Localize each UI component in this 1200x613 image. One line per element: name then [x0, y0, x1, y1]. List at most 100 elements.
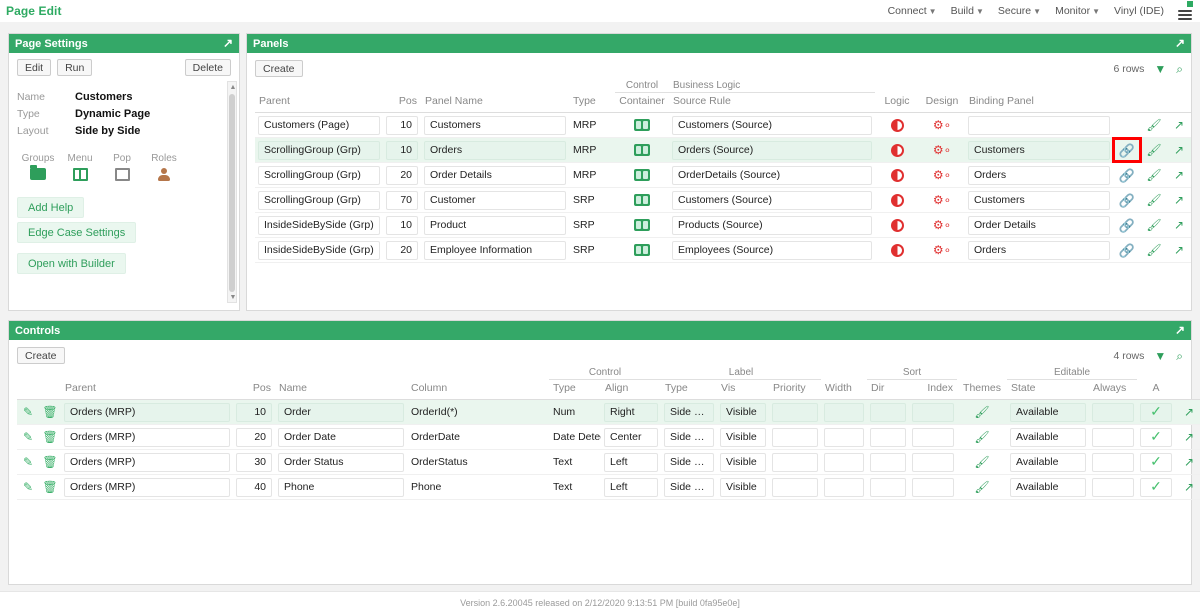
table-row[interactable]: ScrollingGroup (Grp)20Order DetailsMRPOr…	[255, 163, 1191, 188]
table-row[interactable]: Customers (Page)10CustomersMRPCustomers …	[255, 113, 1191, 138]
cell-link-action[interactable]: 🔗	[1113, 213, 1141, 238]
add-help-button[interactable]: Add Help	[17, 197, 84, 218]
open-external-icon[interactable]: ↗	[1170, 119, 1188, 131]
open-external-icon[interactable]: ↗	[1178, 456, 1200, 468]
brush-icon[interactable]: 🖌	[960, 431, 1004, 443]
cell-logic[interactable]	[875, 213, 919, 238]
brush-icon[interactable]: 🖌	[1144, 119, 1164, 131]
cell-container[interactable]	[615, 238, 669, 263]
cell-brush-action[interactable]: 🖌	[1141, 238, 1167, 263]
edge-case-settings-button[interactable]: Edge Case Settings	[17, 222, 136, 243]
link-icon[interactable]: 🔗	[1116, 144, 1138, 157]
cell-brush-action[interactable]: 🖌	[1141, 188, 1167, 213]
cell-logic[interactable]	[875, 138, 919, 163]
pencil-icon[interactable]: ✎	[20, 431, 36, 443]
cell-open-action[interactable]: ↗	[1175, 475, 1200, 500]
cell-themes[interactable]: 🖌	[957, 400, 1007, 425]
cell-design[interactable]: ⚙∘	[919, 238, 965, 263]
table-row[interactable]: ✎🗑Orders (MRP)30Order StatusOrderStatusT…	[17, 450, 1200, 475]
cell-brush-action[interactable]: 🖌	[1141, 163, 1167, 188]
table-row[interactable]: InsideSideBySide (Grp)20Employee Informa…	[255, 238, 1191, 263]
page-settings-scrollbar[interactable]: ▲ ▼	[227, 81, 237, 303]
scroll-up-icon[interactable]: ▲	[229, 82, 237, 92]
open-with-builder-button[interactable]: Open with Builder	[17, 253, 126, 274]
link-icon[interactable]: 🔗	[1116, 219, 1138, 232]
roles-toggle[interactable]: Roles	[143, 153, 185, 182]
cell-link-action[interactable]: 🔗	[1113, 138, 1141, 163]
trash-icon[interactable]: 🗑	[42, 431, 58, 443]
cell-open-action[interactable]: ↗	[1167, 238, 1191, 263]
cell-edit-action[interactable]: ✎	[17, 400, 39, 425]
menu-toggle[interactable]: Menu	[59, 153, 101, 182]
cell-edit-action[interactable]: ✎	[17, 475, 39, 500]
link-icon[interactable]	[1116, 119, 1138, 132]
scroll-down-icon[interactable]: ▼	[229, 292, 237, 302]
cell-link-action[interactable]: 🔗	[1113, 163, 1141, 188]
hamburger-menu-button[interactable]	[1178, 3, 1192, 20]
nav-item-monitor[interactable]: Monitor▼	[1055, 5, 1100, 17]
cell-container[interactable]	[615, 113, 669, 138]
search-icon[interactable]: ⌕	[1176, 63, 1183, 75]
open-external-icon[interactable]: ↗	[1170, 194, 1188, 206]
cell-container[interactable]	[615, 163, 669, 188]
cell-design[interactable]: ⚙∘	[919, 138, 965, 163]
cell-brush-action[interactable]: 🖌	[1141, 138, 1167, 163]
cell-container[interactable]	[615, 188, 669, 213]
open-external-icon[interactable]: ↗	[1170, 244, 1188, 256]
cell-open-action[interactable]: ↗	[1175, 425, 1200, 450]
open-external-icon[interactable]: ↗	[1170, 219, 1188, 231]
cell-design[interactable]: ⚙∘	[919, 188, 965, 213]
brush-icon[interactable]: 🖌	[960, 456, 1004, 468]
brush-icon[interactable]: 🖌	[1144, 144, 1164, 156]
cell-container[interactable]	[615, 213, 669, 238]
link-icon[interactable]: 🔗	[1116, 194, 1138, 207]
cell-delete-action[interactable]: 🗑	[39, 450, 61, 475]
cell-delete-action[interactable]: 🗑	[39, 400, 61, 425]
nav-item-vinyl-ide[interactable]: Vinyl (IDE)	[1114, 5, 1164, 17]
open-external-icon[interactable]: ↗	[1178, 481, 1200, 493]
trash-icon[interactable]: 🗑	[42, 406, 58, 418]
open-external-icon[interactable]: ↗	[1178, 431, 1200, 443]
pencil-icon[interactable]: ✎	[20, 481, 36, 493]
table-row[interactable]: ✎🗑Orders (MRP)10OrderOrderId(*)NumRightS…	[17, 400, 1200, 425]
open-external-icon[interactable]: ↗	[1178, 406, 1200, 418]
scrollbar-thumb[interactable]	[229, 94, 235, 292]
cell-themes[interactable]: 🖌	[957, 450, 1007, 475]
edit-button[interactable]: Edit	[17, 59, 51, 76]
cell-design[interactable]: ⚙∘	[919, 113, 965, 138]
cell-link-action[interactable]	[1113, 113, 1141, 138]
cell-delete-action[interactable]: 🗑	[39, 475, 61, 500]
run-button[interactable]: Run	[57, 59, 92, 76]
filter-icon[interactable]: ▼	[1154, 350, 1166, 362]
brush-icon[interactable]: 🖌	[1144, 194, 1164, 206]
brush-icon[interactable]: 🖌	[960, 481, 1004, 493]
cell-themes[interactable]: 🖌	[957, 475, 1007, 500]
trash-icon[interactable]: 🗑	[42, 456, 58, 468]
cell-link-action[interactable]: 🔗	[1113, 238, 1141, 263]
search-icon[interactable]: ⌕	[1176, 350, 1183, 362]
cell-design[interactable]: ⚙∘	[919, 163, 965, 188]
brush-icon[interactable]: 🖌	[1144, 244, 1164, 256]
cell-brush-action[interactable]: 🖌	[1141, 113, 1167, 138]
cell-edit-action[interactable]: ✎	[17, 450, 39, 475]
cell-open-action[interactable]: ↗	[1167, 163, 1191, 188]
pencil-icon[interactable]: ✎	[20, 406, 36, 418]
cell-logic[interactable]	[875, 163, 919, 188]
delete-button[interactable]: Delete	[185, 59, 231, 76]
table-row[interactable]: ✎🗑Orders (MRP)20Order DateOrderDateDate …	[17, 425, 1200, 450]
cell-brush-action[interactable]: 🖌	[1141, 213, 1167, 238]
cell-link-action[interactable]: 🔗	[1113, 188, 1141, 213]
open-external-icon[interactable]: ↗	[1170, 169, 1188, 181]
panels-create-button[interactable]: Create	[255, 60, 303, 77]
nav-item-build[interactable]: Build▼	[951, 5, 984, 17]
cell-themes[interactable]: 🖌	[957, 425, 1007, 450]
filter-icon[interactable]: ▼	[1154, 63, 1166, 75]
expand-arrow-icon[interactable]: ↗	[1175, 324, 1185, 336]
cell-design[interactable]: ⚙∘	[919, 213, 965, 238]
table-row[interactable]: ✎🗑Orders (MRP)40PhonePhoneTextLeftSide b…	[17, 475, 1200, 500]
open-external-icon[interactable]: ↗	[1170, 144, 1188, 156]
brush-icon[interactable]: 🖌	[1144, 219, 1164, 231]
expand-arrow-icon[interactable]: ↗	[1175, 37, 1185, 49]
brush-icon[interactable]: 🖌	[960, 406, 1004, 418]
groups-toggle[interactable]: Groups	[17, 153, 59, 182]
